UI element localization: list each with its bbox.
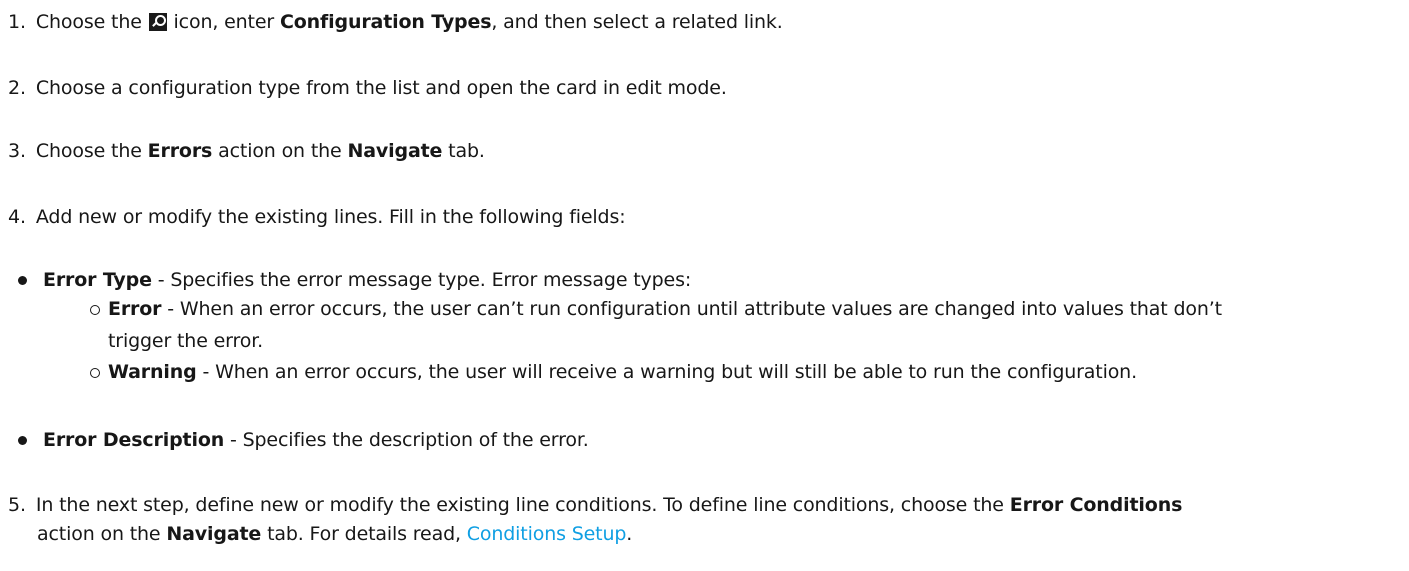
bullet-circle [90, 368, 100, 378]
bold-term: Errors [147, 140, 213, 162]
step-1: 1. Choose the icon, enter Configuration … [8, 7, 783, 37]
bold-term: Configuration Types [279, 11, 492, 33]
step-text: action on the [37, 523, 161, 545]
step-4: 4. Add new or modify the existing lines.… [8, 202, 626, 232]
search-icon [148, 13, 167, 31]
step-number: 5. [8, 494, 26, 516]
field-error-description: Error Description - Specifies the descri… [43, 425, 589, 455]
step-5-continued: action on the Navigate tab. For details … [37, 519, 632, 549]
field-text: - Specifies the error message type. Erro… [157, 269, 692, 291]
field-text: - When an error occurs, the user can’t r… [167, 298, 1222, 320]
bold-term: Navigate [166, 523, 262, 545]
field-label: Warning [108, 361, 197, 383]
subfield-warning: Warning - When an error occurs, the user… [108, 357, 1137, 387]
subfield-error: Error - When an error occurs, the user c… [108, 294, 1222, 324]
bold-term: Error Conditions [1009, 494, 1183, 516]
step-text: tab. For details read, [267, 523, 461, 545]
step-3: 3. Choose the Errors action on the Navig… [8, 136, 485, 166]
field-text: - Specifies the description of the error… [230, 429, 589, 451]
step-text: Choose the [35, 11, 142, 33]
step-text: Add new or modify the existing lines. Fi… [35, 206, 626, 228]
step-number: 2. [8, 77, 26, 99]
document-body: 1. Choose the icon, enter Configuration … [0, 0, 1409, 571]
field-label: Error Type [43, 269, 152, 291]
conditions-setup-link[interactable]: Conditions Setup [467, 523, 627, 545]
subfield-error-continued: trigger the error. [108, 326, 263, 356]
field-text: trigger the error. [108, 330, 264, 352]
field-error-type: Error Type - Specifies the error message… [43, 265, 691, 295]
step-number: 1. [8, 11, 26, 33]
bold-term: Navigate [347, 140, 443, 162]
bullet-circle [90, 305, 100, 315]
step-text: In the next step, define new or modify t… [35, 494, 1004, 516]
field-label: Error Description [43, 429, 225, 451]
step-text: tab. [448, 140, 485, 162]
step-text: icon, enter [173, 11, 275, 33]
bullet-dot [18, 436, 27, 445]
step-5: 5. In the next step, define new or modif… [8, 490, 1182, 520]
bullet-dot [18, 276, 27, 285]
step-number: 3. [8, 140, 26, 162]
step-2: 2. Choose a configuration type from the … [8, 73, 727, 103]
field-label: Error [108, 298, 162, 320]
step-text: Choose a configuration type from the lis… [35, 77, 727, 99]
step-text: , and then select a related link. [491, 11, 783, 33]
field-text: - When an error occurs, the user will re… [202, 361, 1137, 383]
step-text: . [626, 523, 633, 545]
step-number: 4. [8, 206, 26, 228]
step-text: action on the [218, 140, 342, 162]
step-text: Choose the [35, 140, 142, 162]
